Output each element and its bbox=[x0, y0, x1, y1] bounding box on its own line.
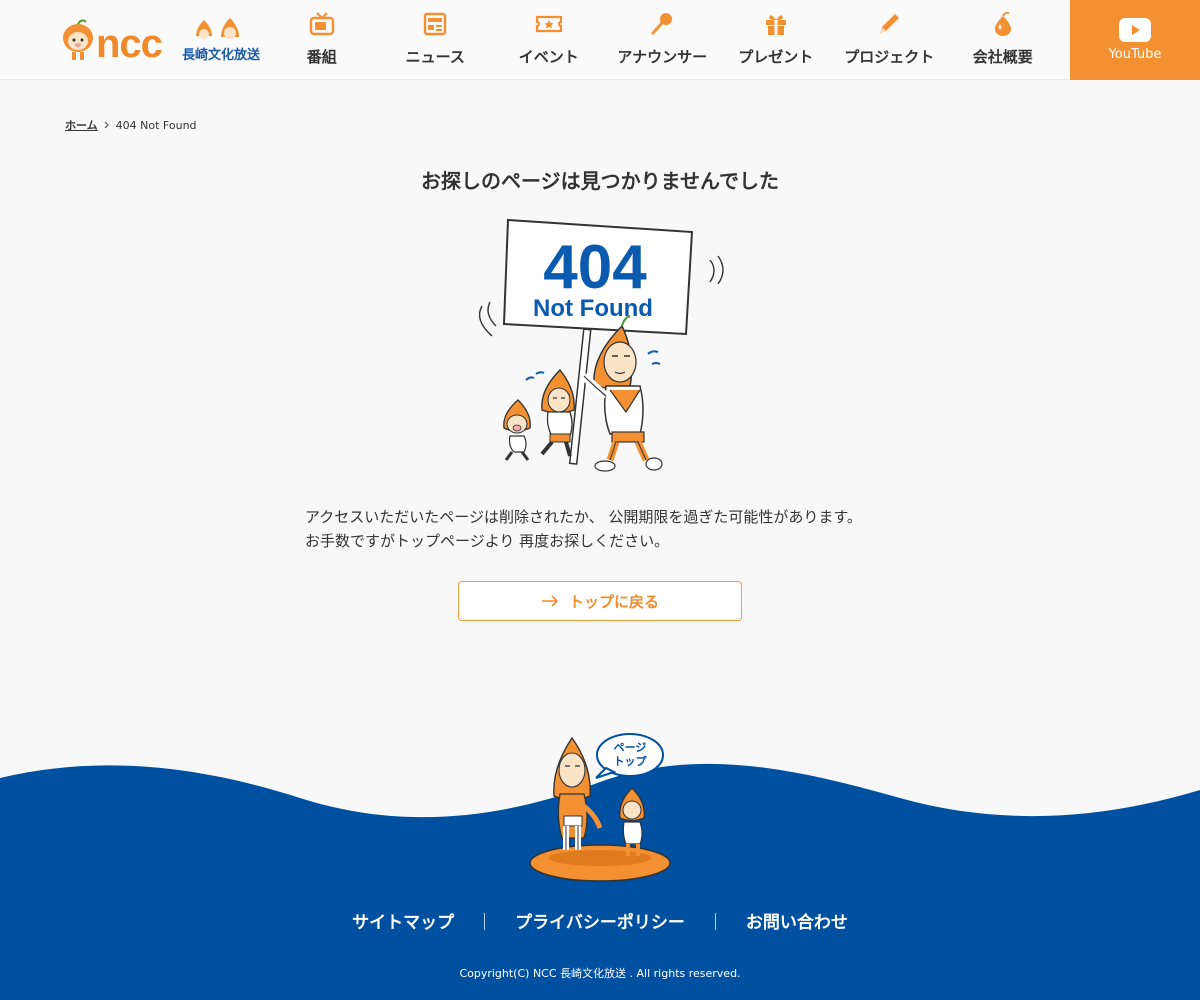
footer-separator: ｜ bbox=[706, 913, 724, 933]
footer-links: サイトマップ ｜ プライバシーポリシー ｜ お問い合わせ bbox=[0, 908, 1200, 933]
nav-label: 番組 bbox=[306, 48, 337, 66]
nav-item-events[interactable]: イベント bbox=[492, 0, 606, 80]
breadcrumb: ホーム 404 Not Found bbox=[65, 117, 197, 133]
page-top-label-2: トップ bbox=[614, 754, 648, 768]
nav-label: プレゼント bbox=[738, 48, 814, 66]
youtube-label: YouTube bbox=[1108, 47, 1162, 62]
logo-wordmark: ncc bbox=[96, 22, 163, 66]
mascot-pair-icon bbox=[196, 18, 239, 39]
gift-icon bbox=[765, 15, 786, 35]
chevron-right-icon bbox=[104, 121, 109, 129]
breadcrumb-home-link[interactable]: ホーム bbox=[65, 117, 98, 133]
mascot-logo-icon bbox=[63, 19, 93, 60]
nav-item-presents[interactable]: プレゼント bbox=[719, 0, 833, 80]
message-line-2: お手数ですがトップページより 再度お探しください。 bbox=[305, 532, 670, 550]
tv-icon bbox=[309, 12, 334, 36]
privacy-policy-link[interactable]: プライバシーポリシー bbox=[515, 908, 685, 933]
nav-label: 会社概要 bbox=[972, 48, 1033, 66]
ticket-icon bbox=[535, 15, 562, 33]
nav-label: イベント bbox=[518, 48, 579, 66]
news-icon bbox=[424, 12, 447, 36]
page-title: お探しのページは見つかりませんでした bbox=[421, 169, 779, 193]
contact-link[interactable]: お問い合わせ bbox=[746, 908, 848, 933]
copyright: Copyright(C) NCC 長崎文化放送 . All rights res… bbox=[459, 967, 741, 980]
microphone-icon bbox=[651, 13, 673, 35]
page-top-label-1: ページ bbox=[614, 741, 647, 754]
sign-text: Not Found bbox=[533, 295, 653, 322]
not-found-illustration: 404 Not Found bbox=[478, 218, 724, 472]
logo-subtitle: 長崎文化放送 bbox=[182, 48, 261, 63]
footer-separator: ｜ bbox=[476, 913, 494, 933]
nav-label: アナウンサー bbox=[617, 48, 708, 66]
pencil-icon bbox=[880, 14, 900, 33]
loquat-icon bbox=[994, 11, 1011, 36]
error-message: アクセスいただいたページは削除されたか、 公開期限を過ぎた可能性があります。 お… bbox=[305, 505, 925, 553]
nav-label: プロジェクト bbox=[844, 48, 935, 66]
nav-item-programs[interactable]: 番組 bbox=[265, 0, 379, 80]
nav-item-announcers[interactable]: アナウンサー bbox=[606, 0, 720, 80]
message-line-1: アクセスいただいたページは削除されたか、 公開期限を過ぎた可能性があります。 bbox=[305, 508, 862, 526]
nav-label: ニュース bbox=[405, 48, 465, 66]
youtube-icon bbox=[1119, 18, 1151, 42]
breadcrumb-current: 404 Not Found bbox=[115, 118, 197, 132]
global-nav: 番組 ニュース イベント アナウンサー プレゼント プロジェクト 会社概要 bbox=[265, 0, 1060, 80]
page-top-button[interactable]: ページ トップ bbox=[520, 730, 680, 885]
back-to-top-label: トップに戻る bbox=[568, 592, 659, 611]
arrow-right-icon bbox=[541, 595, 559, 607]
back-to-top-button[interactable]: トップに戻る bbox=[458, 581, 742, 621]
sign-code: 404 bbox=[543, 233, 647, 302]
site-logo[interactable]: ncc 長崎文化放送 bbox=[60, 16, 260, 66]
nav-item-projects[interactable]: プロジェクト bbox=[833, 0, 947, 80]
nav-item-news[interactable]: ニュース bbox=[379, 0, 493, 80]
sitemap-link[interactable]: サイトマップ bbox=[352, 908, 454, 933]
youtube-button[interactable]: YouTube bbox=[1070, 0, 1200, 80]
nav-item-company[interactable]: 会社概要 bbox=[946, 0, 1060, 80]
site-header: ncc 長崎文化放送 番組 ニュース イベント アナウンサー プレゼント プロジ… bbox=[0, 0, 1200, 80]
